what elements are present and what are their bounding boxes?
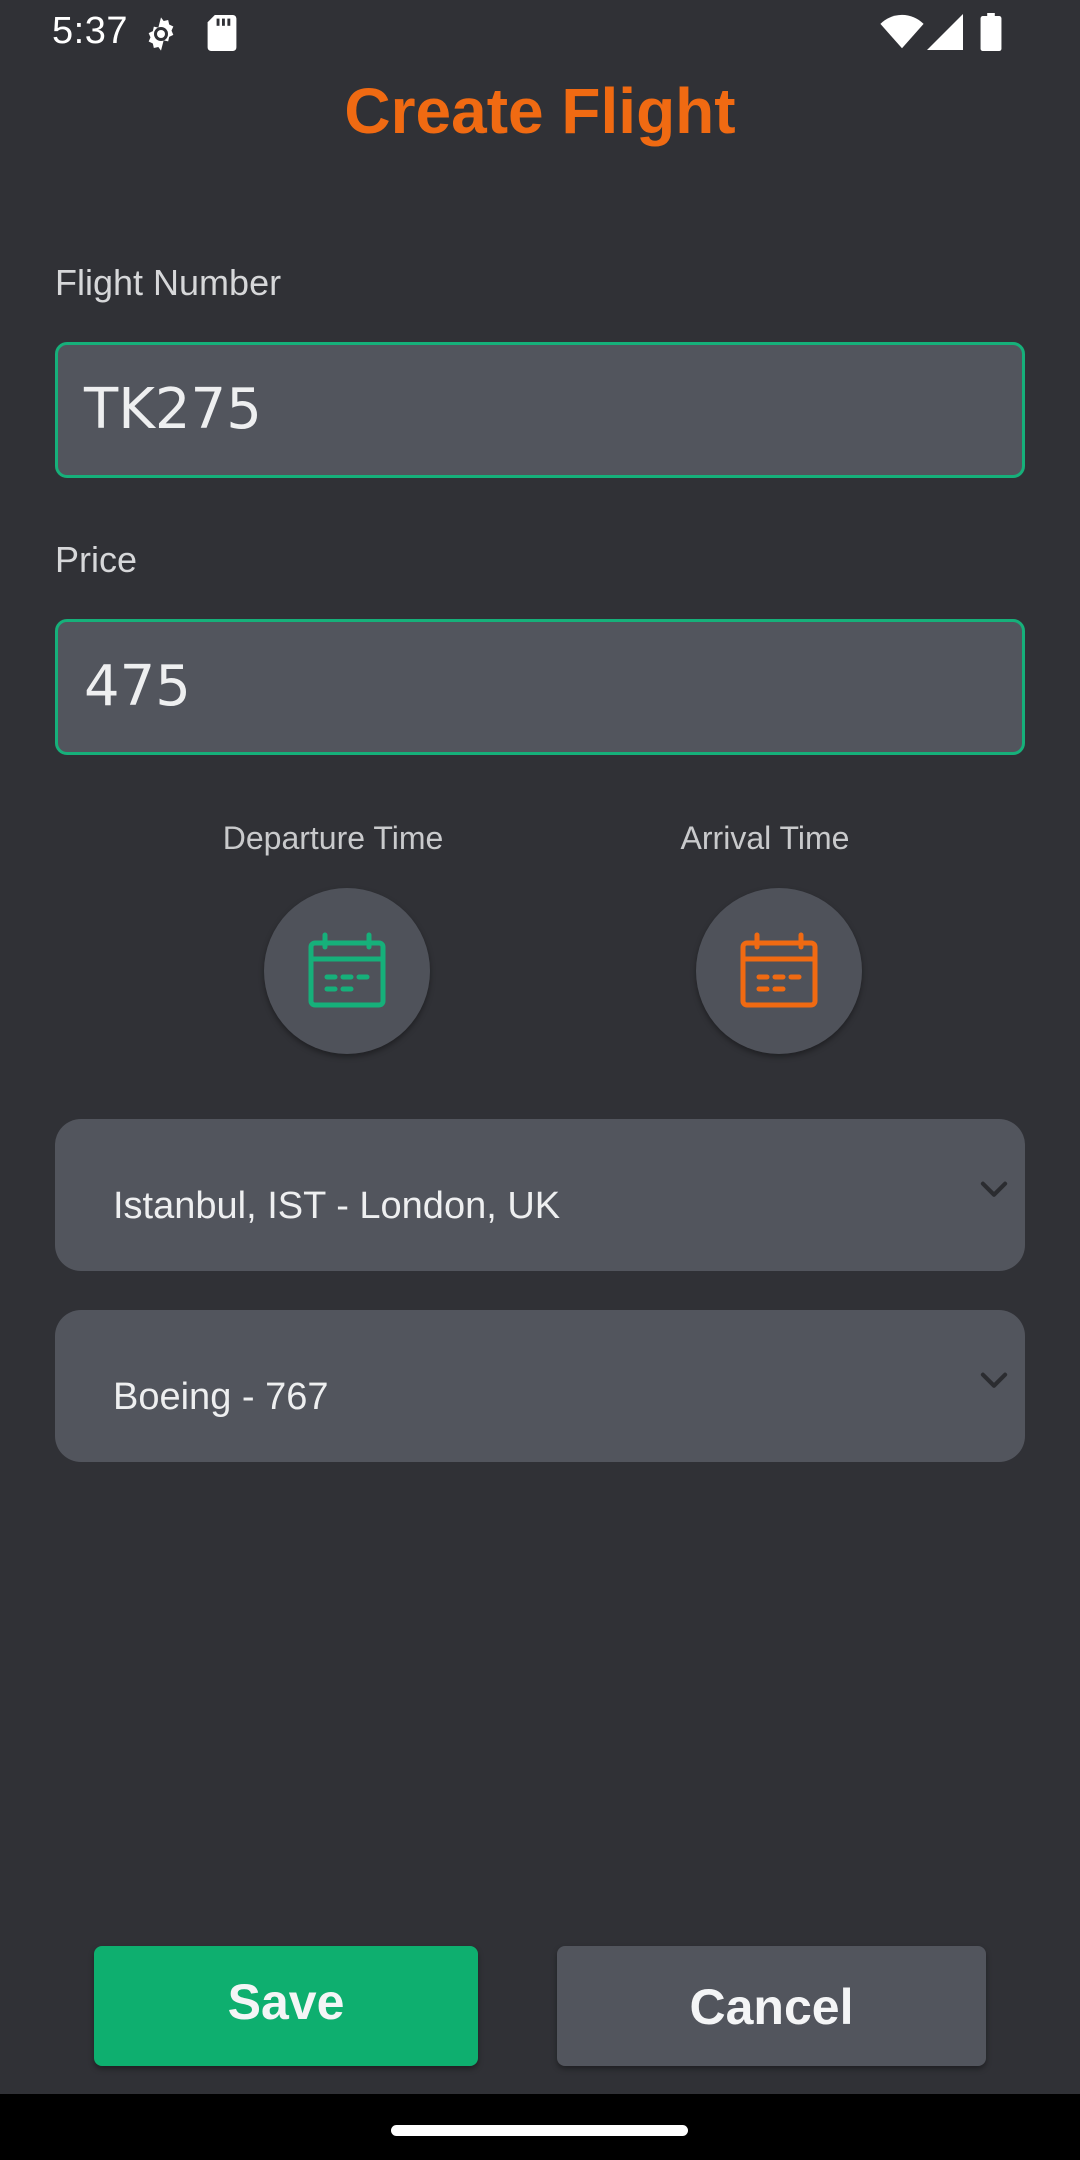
flight-number-value: TK275 (84, 377, 262, 442)
home-indicator[interactable] (391, 2125, 688, 2136)
flight-number-input[interactable]: TK275 (55, 342, 1025, 478)
departure-time-button[interactable] (264, 888, 430, 1054)
price-label: Price (55, 539, 138, 580)
sd-card-icon (207, 15, 237, 51)
create-flight-screen: 5:37 Create Flight Flight Number TK275 P… (0, 0, 1080, 2160)
flight-number-label: Flight Number (55, 262, 282, 303)
gear-icon (148, 17, 174, 51)
chevron-down-icon (980, 1181, 1008, 1197)
aircraft-dropdown[interactable]: Boeing - 767 (55, 1310, 1025, 1462)
navigation-bar (0, 2094, 1080, 2160)
chevron-down-icon (980, 1372, 1008, 1388)
cancel-button[interactable]: Cancel (557, 1946, 986, 2066)
page-title: Create Flight (344, 75, 736, 147)
price-value: 475 (84, 654, 191, 719)
status-bar: 5:37 (0, 0, 1080, 66)
departure-time-label: Departure Time (222, 820, 444, 856)
price-input[interactable]: 475 (55, 619, 1025, 755)
arrival-time-button[interactable] (696, 888, 862, 1054)
wifi-icon (880, 14, 924, 49)
status-time: 5:37 (52, 10, 128, 52)
save-button[interactable]: Save (94, 1946, 478, 2066)
arrival-time-label: Arrival Time (680, 820, 850, 856)
calendar-icon (308, 932, 386, 1008)
route-selected-value: Istanbul, IST - London, UK (113, 1185, 561, 1227)
battery-icon (980, 13, 1002, 51)
calendar-icon (740, 932, 818, 1008)
route-dropdown[interactable]: Istanbul, IST - London, UK (55, 1119, 1025, 1271)
aircraft-selected-value: Boeing - 767 (113, 1376, 329, 1418)
cell-signal-icon (927, 14, 963, 50)
